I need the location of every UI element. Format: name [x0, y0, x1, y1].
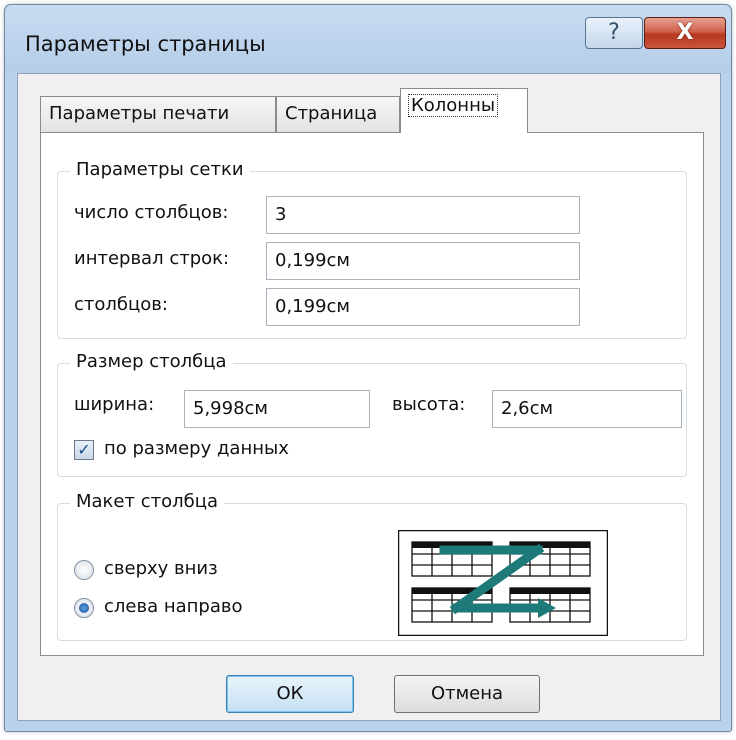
tab-label: Параметры печати	[49, 103, 230, 124]
width-label: ширина:	[74, 394, 155, 415]
dialog-title: Параметры страницы	[25, 32, 266, 56]
height-input[interactable]: 2,6см	[492, 390, 682, 428]
fit-to-data-checkbox[interactable]: ✓	[74, 440, 94, 460]
height-label: высота:	[392, 394, 466, 415]
tab-print-settings[interactable]: Параметры печати	[40, 96, 276, 132]
fit-to-data-label: по размеру данных	[104, 438, 289, 459]
column-count-label: число столбцов:	[74, 202, 229, 223]
top-down-label: сверху вниз	[104, 558, 218, 579]
tab-page[interactable]: Страница	[276, 96, 400, 132]
row-spacing-label: интервал строк:	[74, 248, 230, 269]
page-setup-dialog: Параметры страницы ? X Параметры печати …	[4, 4, 732, 732]
column-layout-group: Макет столбца сверху вниз слева направо	[57, 491, 687, 641]
column-spacing-label: столбцов:	[74, 294, 168, 315]
tab-label: Колонны	[407, 94, 499, 117]
cancel-button[interactable]: Отмена	[394, 675, 540, 713]
top-down-radio[interactable]	[74, 560, 94, 580]
tab-columns[interactable]: Колонны	[400, 88, 528, 133]
ok-button[interactable]: ОК	[226, 675, 354, 713]
layout-preview-image	[398, 530, 608, 636]
width-input[interactable]: 5,998см	[184, 390, 370, 428]
left-right-radio[interactable]	[74, 598, 94, 618]
row-spacing-input[interactable]: 0,199см	[266, 242, 580, 280]
columns-tab-panel: Параметры сетки число столбцов: 3 интерв…	[40, 132, 704, 656]
grid-parameters-legend: Параметры сетки	[70, 159, 250, 180]
column-size-group: Размер столбца ширина: 5,998см высота: 2…	[57, 351, 687, 477]
tab-label: Страница	[285, 103, 378, 124]
column-spacing-input[interactable]: 0,199см	[266, 288, 580, 326]
dialog-body: Параметры печати Страница Колонны Параме…	[17, 73, 721, 721]
column-count-input[interactable]: 3	[266, 196, 580, 234]
grid-parameters-group: Параметры сетки число столбцов: 3 интерв…	[57, 159, 687, 339]
title-bar[interactable]: Параметры страницы ? X	[5, 5, 731, 73]
column-layout-legend: Макет столбца	[70, 491, 224, 512]
help-button[interactable]: ?	[585, 17, 643, 49]
left-right-label: слева направо	[104, 596, 243, 617]
close-button[interactable]: X	[644, 17, 726, 49]
column-size-legend: Размер столбца	[70, 351, 233, 372]
